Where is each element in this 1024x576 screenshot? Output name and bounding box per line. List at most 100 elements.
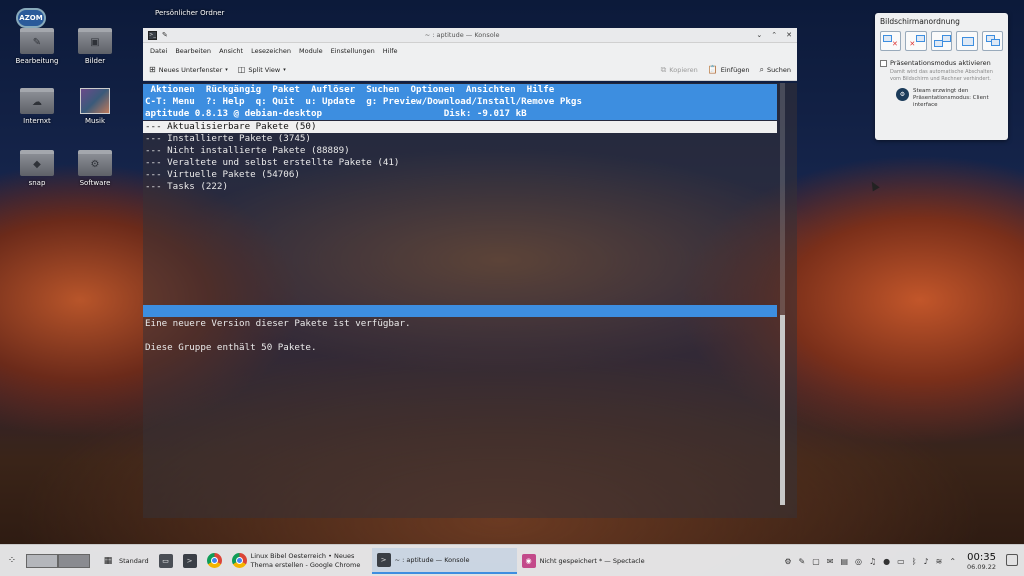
new-tab-button[interactable]: ⊞ Neues Unterfenster ▾: [149, 65, 228, 74]
menu-bearbeiten[interactable]: Bearbeiten: [171, 47, 215, 55]
menu-lesezeichen[interactable]: Lesezeichen: [247, 47, 295, 55]
system-tray: ⚙ ✎ ▢ ✉ ▤ ◎ ♫ ● ▭ ᛒ ♪ ≋ ⌃ 00:35 06.09.22: [784, 545, 996, 576]
package-group-virtual[interactable]: --- Virtuelle Pakete (54706): [143, 169, 777, 181]
display-option-internal-only[interactable]: ✕: [905, 31, 927, 51]
menu-module[interactable]: Module: [295, 47, 327, 55]
presentation-mode-row[interactable]: Präsentationsmodus aktivieren: [880, 59, 1003, 67]
konsole-app-icon[interactable]: >_: [148, 30, 157, 40]
terminal-icon: >: [376, 552, 391, 567]
desktop-icon-bearbeitung[interactable]: ✎ Bearbeitung: [12, 28, 62, 65]
virtual-desktop-1[interactable]: [26, 553, 58, 568]
close-icon[interactable]: ✕: [786, 31, 792, 39]
desktop-icon-software[interactable]: ⚙ Software: [70, 150, 120, 187]
taskbar-task-chrome[interactable]: Linux Bibel Oesterreich • Neues Thema er…: [227, 548, 372, 574]
desktop-icon-label: Bearbeitung: [15, 57, 59, 65]
folder-icon: ✎: [20, 28, 54, 54]
taskbar-launcher-chrome[interactable]: [202, 548, 227, 574]
expand-tray-icon[interactable]: ⌃: [949, 557, 956, 566]
images-folder-icon: ▣: [78, 28, 112, 54]
menu-hilfe[interactable]: Hilfe: [379, 47, 402, 55]
paste-icon: 📋: [707, 65, 718, 74]
terminal-scrollbar[interactable]: [779, 83, 785, 518]
virtual-desktop-pager[interactable]: [26, 553, 90, 568]
updates-tray-icon[interactable]: ▤: [840, 557, 848, 566]
activities-icon: ▦: [103, 555, 113, 566]
package-group-obsolete[interactable]: --- Veraltete und selbst erstellte Paket…: [143, 157, 777, 169]
virtual-desktop-2[interactable]: [58, 553, 90, 568]
mouse-cursor-icon: [868, 179, 880, 192]
network-manager-tray-icon[interactable]: ◎: [855, 557, 862, 566]
chrome-icon: [206, 553, 222, 568]
menu-ansicht[interactable]: Ansicht: [215, 47, 247, 55]
scrollbar-thumb[interactable]: [780, 315, 785, 505]
aptitude-menu-line[interactable]: Aktionen Rückgängig Paket Auflöser Suche…: [143, 84, 777, 97]
desktop-icon-label: Software: [79, 179, 111, 187]
package-group-installed[interactable]: --- Installierte Pakete (3745): [143, 133, 777, 145]
volume-tray-icon[interactable]: ♪: [924, 557, 929, 566]
display-option-extend-left[interactable]: [930, 31, 953, 51]
folder-icon: ◆: [20, 150, 54, 176]
maximize-icon[interactable]: ⌃: [771, 31, 777, 39]
terminal-icon: >: [182, 553, 197, 568]
window-titlebar[interactable]: >_ ✎ ~ : aptitude — Konsole ⌄ ⌃ ✕: [143, 28, 797, 43]
audio-tray-icon[interactable]: ♫: [869, 557, 876, 566]
monitor-icon: [962, 37, 975, 46]
mail-tray-icon[interactable]: ✉: [827, 557, 834, 566]
desktop-icon-snap[interactable]: ◆ snap: [12, 150, 62, 187]
wifi-tray-icon[interactable]: ≋: [936, 557, 943, 566]
taskbar-task-spectacle[interactable]: ◉ Nicht gespeichert * — Spectacle: [517, 548, 667, 574]
search-button[interactable]: ⌕ Suchen: [759, 65, 791, 75]
new-tab-icon: ⊞: [149, 65, 156, 74]
notifications-tray-icon[interactable]: ●: [883, 557, 890, 566]
activity-switcher[interactable]: ▦ Standard: [96, 548, 154, 574]
clock-time: 00:35: [967, 551, 996, 563]
desktop-icon-musik[interactable]: Musik: [70, 88, 120, 125]
steam-tray-icon[interactable]: ⚙: [784, 557, 791, 566]
search-icon: ⌕: [759, 64, 764, 74]
taskbar-launcher-terminal[interactable]: >: [178, 548, 202, 574]
monitor-icon: [883, 35, 892, 42]
package-group-tasks[interactable]: --- Tasks (222): [143, 181, 777, 193]
package-group-not-installed[interactable]: --- Nicht installierte Pakete (88889): [143, 145, 777, 157]
spectacle-icon: ◉: [521, 553, 536, 568]
chevron-down-icon: ▾: [225, 66, 228, 73]
desktop-icon-label: Musik: [84, 117, 106, 125]
display-tray-icon[interactable]: ▭: [897, 557, 905, 566]
desktop-logo[interactable]: AZOM: [6, 8, 56, 28]
digital-clock[interactable]: 00:35 06.09.22: [967, 552, 996, 571]
terminal-area[interactable]: Aktionen Rückgängig Paket Auflöser Suche…: [143, 83, 797, 518]
display-option-extend-right[interactable]: [956, 31, 978, 51]
copy-button[interactable]: ⧉ Kopieren: [661, 65, 698, 75]
notes-tray-icon[interactable]: ✎: [798, 557, 805, 566]
show-desktop-icon[interactable]: [1006, 554, 1018, 566]
package-group-upgradable[interactable]: --- Aktualisierbare Pakete (50): [143, 121, 777, 134]
split-view-icon: ◫: [237, 65, 246, 74]
display-option-mirror[interactable]: [981, 31, 1004, 51]
split-view-button[interactable]: ◫ Split View ▾: [238, 65, 286, 74]
menubar: Datei Bearbeiten Ansicht Lesezeichen Mod…: [143, 43, 797, 59]
chevron-down-icon: ▾: [283, 66, 286, 73]
file-manager-icon: ▭: [158, 553, 173, 568]
desktop-icon-label: snap: [28, 179, 46, 187]
minimize-icon[interactable]: ⌄: [756, 31, 762, 39]
taskbar-launcher-files[interactable]: ▭: [154, 548, 178, 574]
taskbar-task-konsole[interactable]: > ~ : aptitude — Konsole: [371, 547, 517, 574]
disabled-x-icon: ✕: [892, 40, 898, 48]
clipboard-tray-icon[interactable]: ▢: [812, 557, 820, 566]
paste-button[interactable]: 📋 Einfügen: [708, 65, 750, 74]
desktop-icon-internxt[interactable]: ☁ Internxt: [12, 88, 62, 125]
bluetooth-tray-icon[interactable]: ᛒ: [912, 557, 917, 566]
aptitude-help-line: C-T: Menu ?: Help q: Quit u: Update g: P…: [143, 96, 777, 109]
display-configuration-popup: Bildschirmanordnung ✕ ✕ Präsentationsmod…: [875, 13, 1008, 140]
display-option-external-only[interactable]: ✕: [880, 31, 902, 51]
menu-datei[interactable]: Datei: [146, 47, 171, 55]
desktop-icon-bilder[interactable]: ▣ Bilder: [70, 28, 120, 65]
presentation-mode-checkbox[interactable]: [880, 59, 887, 67]
scrollbar-track[interactable]: [780, 83, 785, 315]
music-thumbnail-icon: [80, 88, 110, 114]
menu-einstellungen[interactable]: Einstellungen: [327, 47, 379, 55]
chrome-icon: [231, 553, 247, 568]
window-title: ~ : aptitude — Konsole: [424, 31, 500, 39]
application-launcher-icon[interactable]: ⁘: [4, 553, 20, 569]
konsole-window[interactable]: >_ ✎ ~ : aptitude — Konsole ⌄ ⌃ ✕ Datei …: [143, 28, 797, 518]
